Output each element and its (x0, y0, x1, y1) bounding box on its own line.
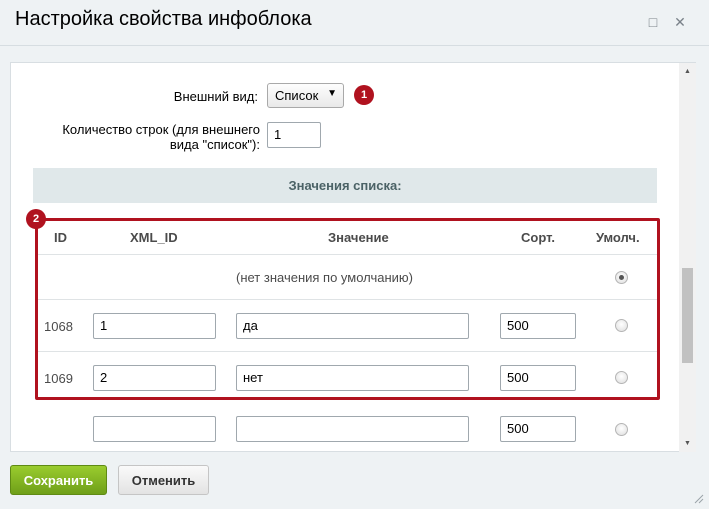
value-input-new[interactable] (236, 416, 469, 442)
annotation-highlight-box (35, 218, 660, 400)
rows-label-line1: Количество строк (для внешнего (62, 122, 260, 137)
dialog-title: Настройка свойства инфоблока (15, 8, 312, 30)
sort-input-new[interactable]: 500 (500, 416, 576, 442)
view-label: Внешний вид: (173, 89, 258, 104)
close-icon[interactable]: ✕ (672, 14, 688, 30)
cancel-button[interactable]: Отменить (118, 465, 209, 495)
annotation-badge-1: 1 (354, 85, 374, 105)
maximize-icon[interactable]: □ (645, 14, 661, 30)
dialog-titlebar: Настройка свойства инфоблока □ ✕ (0, 0, 709, 46)
scrollbar[interactable]: ▲ ▼ (679, 63, 696, 452)
section-title: Значения списка: (33, 168, 657, 203)
view-select[interactable]: Список ▼ (267, 83, 344, 108)
dropdown-arrow-icon: ▼ (327, 88, 337, 99)
rows-count-input[interactable]: 1 (267, 122, 321, 148)
view-select-value: Список (275, 88, 319, 103)
xml-id-input-new[interactable] (93, 416, 216, 442)
resize-handle-icon[interactable] (692, 492, 704, 504)
annotation-badge-2: 2 (26, 209, 46, 229)
rows-label-line2: вида "список"): (169, 137, 260, 152)
scroll-down-icon[interactable]: ▼ (679, 438, 696, 450)
default-radio-new[interactable] (615, 423, 628, 436)
scroll-up-icon[interactable]: ▲ (679, 66, 696, 78)
scrollbar-thumb[interactable] (682, 268, 693, 363)
save-button[interactable]: Сохранить (10, 465, 107, 495)
